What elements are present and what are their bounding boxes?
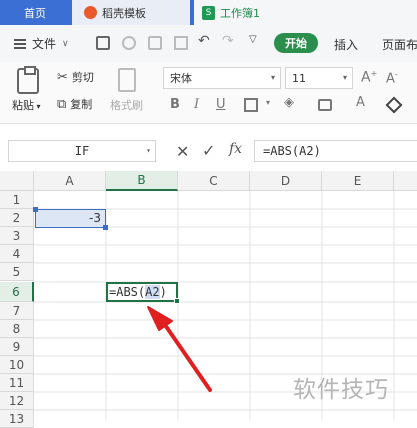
chevron-down-icon: ∨ xyxy=(62,38,69,49)
more-chevron-icon[interactable]: ▽ xyxy=(249,34,257,45)
row-header-5[interactable]: 5 xyxy=(0,263,34,281)
column-header-a[interactable]: A xyxy=(34,171,106,191)
print-preview-icon[interactable] xyxy=(174,36,188,50)
row-header-2[interactable]: 2 xyxy=(0,209,34,227)
tab-bar: 首页 稻壳模板 S 工作簿1 xyxy=(0,0,417,25)
row-header-6[interactable]: 6 xyxy=(0,282,34,302)
font-color-icon[interactable]: A xyxy=(356,95,365,110)
paste-dropdown-icon: ▾ xyxy=(34,102,41,111)
border-icon[interactable] xyxy=(244,98,258,112)
paste-label: 粘贴 xyxy=(12,99,34,112)
copy-button[interactable]: ⧉ 复制 xyxy=(57,96,92,112)
tab-home[interactable]: 首页 xyxy=(0,0,70,25)
fill-color-icon[interactable] xyxy=(318,99,332,111)
format-painter-label[interactable]: 格式刷 xyxy=(110,97,143,113)
row-header-4[interactable]: 4 xyxy=(0,245,34,263)
range-handle-bottom-right[interactable] xyxy=(103,225,108,230)
row-header-12[interactable]: 12 xyxy=(0,392,34,410)
bold-icon[interactable]: B xyxy=(170,97,180,112)
paste-icon[interactable] xyxy=(17,66,39,94)
export-icon[interactable] xyxy=(122,36,136,50)
row-header-10[interactable]: 10 xyxy=(0,356,34,374)
cell-a2-value: -3 xyxy=(89,211,101,225)
row-header-8[interactable]: 8 xyxy=(0,320,34,338)
tab-workbook-label: 工作簿1 xyxy=(220,6,260,20)
chevron-down-icon: ▾ xyxy=(146,146,151,155)
underline-icon[interactable]: U xyxy=(216,97,226,112)
cell-b6-active[interactable]: =ABS(A2) xyxy=(106,282,180,304)
row-header-11[interactable]: 11 xyxy=(0,374,34,392)
tab-page-layout[interactable]: 页面布 xyxy=(382,36,417,53)
tab-daoke-label: 稻壳模板 xyxy=(102,6,146,20)
row-header-3[interactable]: 3 xyxy=(0,227,34,245)
font-name-select[interactable]: 宋体 ▾ xyxy=(163,67,281,89)
border-dropdown-icon[interactable]: ▾ xyxy=(266,98,270,107)
cell-b6-formula-prefix: =ABS( xyxy=(109,285,146,299)
cell-b6-formula-ref: A2 xyxy=(145,285,160,299)
italic-icon[interactable]: I xyxy=(194,97,199,112)
column-header-b[interactable]: B xyxy=(106,171,178,191)
spreadsheet-icon: S xyxy=(202,5,215,20)
copy-label: 复制 xyxy=(70,98,93,111)
range-handle-top-left[interactable] xyxy=(33,207,38,212)
redo-icon[interactable]: ↷ xyxy=(222,33,234,49)
column-header-c[interactable]: C xyxy=(178,171,250,191)
tab-workbook[interactable]: S 工作簿1 xyxy=(194,0,417,25)
cut-button[interactable]: ✂ 剪切 xyxy=(57,69,94,85)
name-box-value: IF xyxy=(74,144,90,158)
tab-home-label: 首页 xyxy=(24,6,46,20)
cancel-icon[interactable]: ✕ xyxy=(176,142,189,161)
name-box[interactable]: IF ▾ xyxy=(8,140,156,162)
print-icon[interactable] xyxy=(148,36,162,50)
daoke-logo-icon xyxy=(84,6,97,19)
fill-bucket-icon[interactable]: ◈ xyxy=(284,95,294,110)
font-name-value: 宋体 xyxy=(170,72,192,85)
row-header-9[interactable]: 9 xyxy=(0,338,34,356)
tab-start[interactable]: 开始 xyxy=(274,33,318,53)
insert-function-icon[interactable]: fx xyxy=(229,141,242,157)
hamburger-icon xyxy=(14,38,26,49)
cell-b6-formula-suffix: ) xyxy=(159,285,167,299)
scissors-icon: ✂ xyxy=(57,69,68,85)
save-icon[interactable] xyxy=(96,36,110,50)
format-painter-icon[interactable] xyxy=(118,68,136,92)
file-menu[interactable]: 文件 ∨ xyxy=(14,35,69,52)
column-header-e[interactable]: E xyxy=(322,171,394,191)
file-menu-label: 文件 xyxy=(32,37,57,51)
column-header-f[interactable] xyxy=(394,171,417,191)
menu-bar: 文件 ∨ ↶ ↷ ▽ 开始 插入 页面布 xyxy=(0,25,417,62)
increase-font-icon[interactable]: A+ xyxy=(361,69,377,86)
font-size-value: 11 xyxy=(292,71,306,85)
formula-input[interactable]: =ABS(A2) xyxy=(254,140,417,162)
copy-icon: ⧉ xyxy=(57,96,67,112)
select-all-corner[interactable] xyxy=(0,171,34,191)
paste-button[interactable]: 粘贴 ▾ xyxy=(12,97,41,113)
chevron-down-icon: ▾ xyxy=(270,73,275,82)
row-header-13[interactable]: 13 xyxy=(0,410,34,428)
eraser-icon[interactable] xyxy=(385,96,403,114)
tab-daoke-templates[interactable]: 稻壳模板 xyxy=(72,0,190,25)
row-header-1[interactable]: 1 xyxy=(0,191,34,209)
formula-bar: IF ▾ ✕ ✓ fx =ABS(A2) xyxy=(0,130,417,170)
cell-a2[interactable]: -3 xyxy=(33,207,108,230)
confirm-icon[interactable]: ✓ xyxy=(202,141,215,160)
ribbon: 粘贴 ▾ ✂ 剪切 ⧉ 复制 格式刷 宋体 ▾ 11 ▾ A+ A- B I U ▾ ◈… xyxy=(0,62,417,124)
column-header-d[interactable]: D xyxy=(250,171,322,191)
font-size-select[interactable]: 11 ▾ xyxy=(285,67,353,89)
tab-insert[interactable]: 插入 xyxy=(334,36,358,53)
chevron-down-icon: ▾ xyxy=(342,73,347,82)
watermark: 软件技巧 xyxy=(293,377,389,403)
row-header-7[interactable]: 7 xyxy=(0,302,34,320)
decrease-font-icon[interactable]: A- xyxy=(386,70,398,86)
cut-label: 剪切 xyxy=(71,71,94,84)
undo-icon[interactable]: ↶ xyxy=(198,33,210,49)
fill-handle[interactable] xyxy=(174,298,180,304)
